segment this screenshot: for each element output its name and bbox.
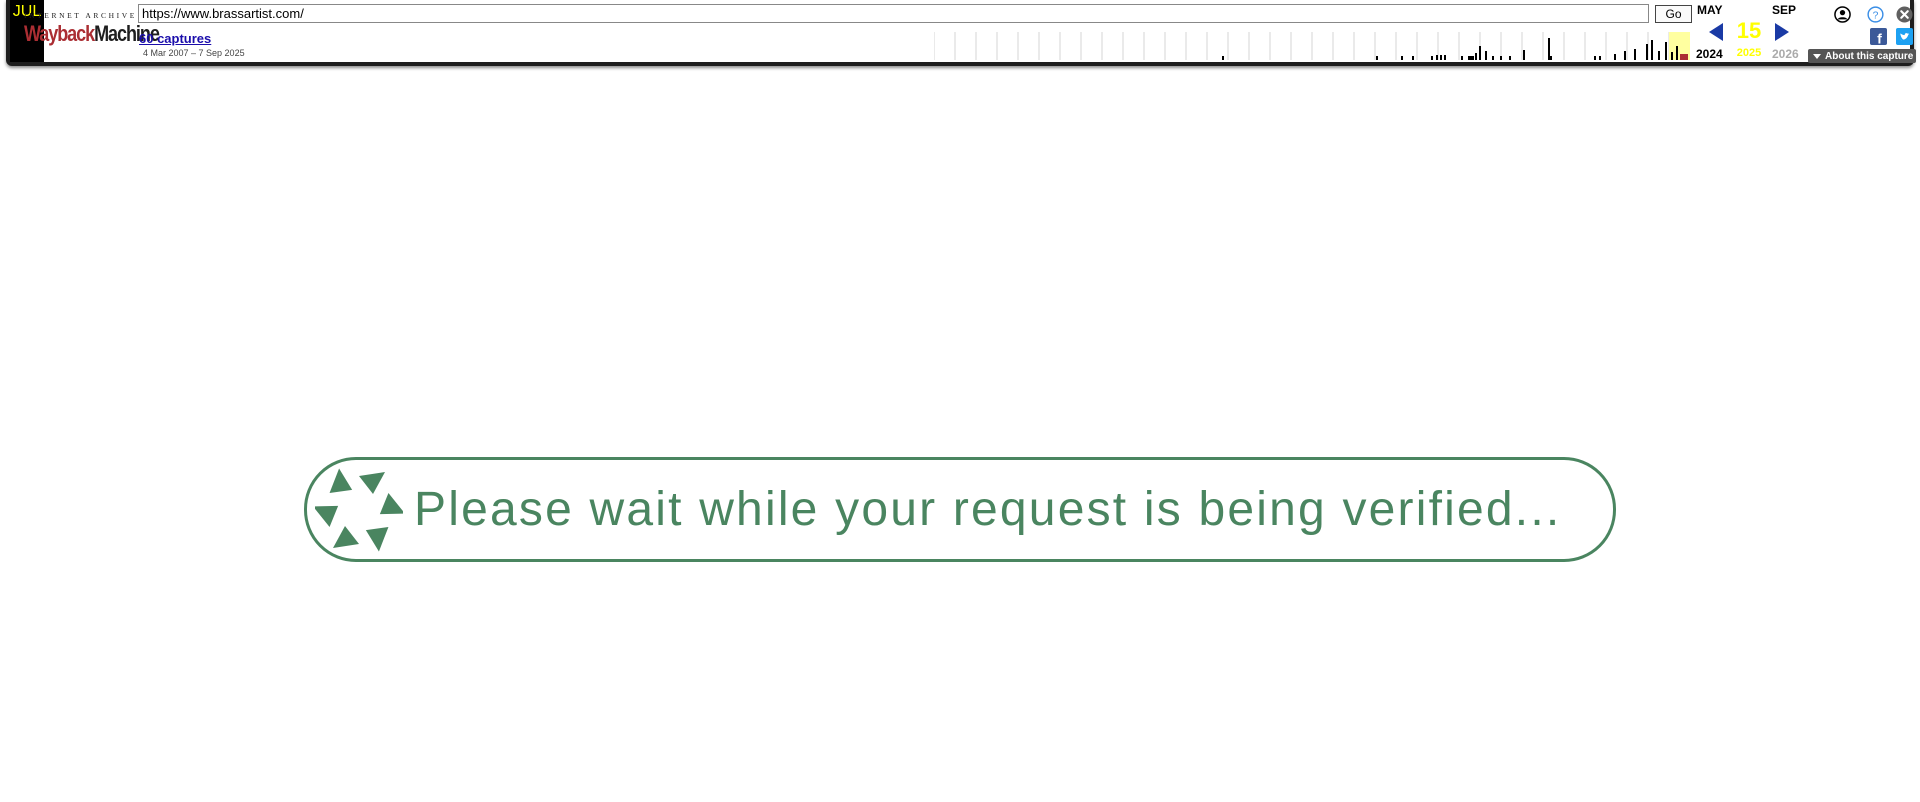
internet-archive-label: INTERNET ARCHIVE <box>24 11 137 20</box>
year-next: 2026 <box>1772 47 1799 61</box>
svg-text:?: ? <box>1873 10 1879 21</box>
sparkline-capture-bars <box>1222 38 1688 60</box>
wayback-toolbar: INTERNET ARCHIVE WaybackMachine Go 60 ca… <box>6 0 1916 66</box>
verification-banner: Please wait while your request is being … <box>304 457 1616 562</box>
next-capture-arrow-icon[interactable] <box>1775 23 1789 41</box>
wayback-word: Wayback <box>24 21 95 46</box>
day-current: 15 <box>1736 18 1762 43</box>
verification-message: Please wait while your request is being … <box>414 483 1562 536</box>
svg-text:f: f <box>1877 32 1882 45</box>
wayback-logo[interactable]: INTERNET ARCHIVE WaybackMachine <box>24 11 160 46</box>
year-current: 2025 <box>1736 47 1762 59</box>
close-icon[interactable] <box>1896 6 1913 23</box>
capture-date-range: 4 Mar 2007 – 7 Sep 2025 <box>143 48 245 58</box>
sparkline-year-dividers <box>934 32 1670 60</box>
prev-capture-arrow-icon[interactable] <box>1709 23 1723 41</box>
year-prev[interactable]: 2024 <box>1696 47 1723 61</box>
captures-link[interactable]: 60 captures <box>139 31 211 46</box>
twitter-icon[interactable] <box>1896 28 1913 45</box>
about-capture-button[interactable]: About this capture <box>1808 49 1916 63</box>
caret-down-icon <box>1813 53 1821 59</box>
facebook-icon[interactable]: f <box>1870 28 1887 45</box>
user-icon[interactable] <box>1834 6 1851 23</box>
about-capture-label: About this capture <box>1825 50 1914 62</box>
capture-sparkline[interactable] <box>934 32 1690 60</box>
wayback-machine-wordmark: WaybackMachine <box>24 21 160 46</box>
help-icon[interactable]: ? <box>1867 6 1884 23</box>
month-prev[interactable]: MAY <box>1697 3 1723 17</box>
url-input[interactable] <box>138 4 1649 23</box>
spinner-icon <box>315 468 403 552</box>
go-button[interactable]: Go <box>1655 5 1692 23</box>
month-next[interactable]: SEP <box>1772 3 1796 17</box>
